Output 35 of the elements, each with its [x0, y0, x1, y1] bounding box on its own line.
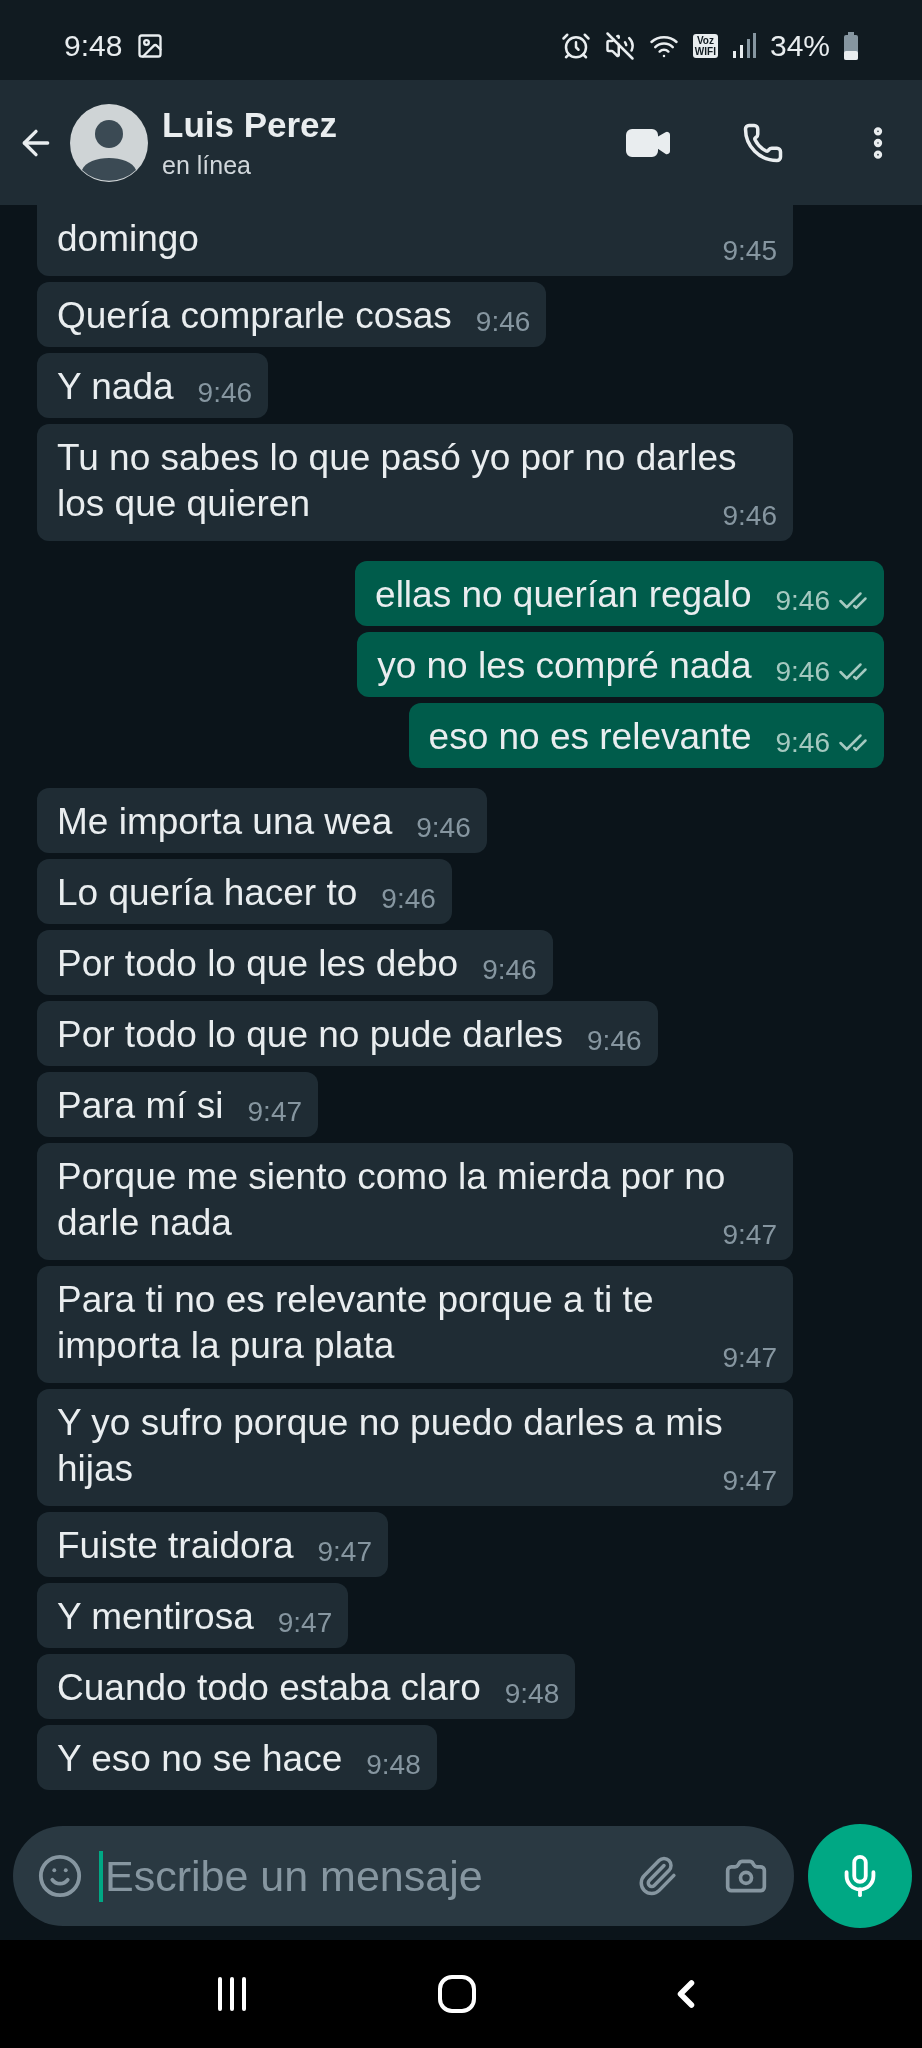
- alarm-icon: [560, 31, 591, 61]
- message-bubble[interactable]: Para mí si 9:47: [37, 1072, 319, 1137]
- home-icon[interactable]: [437, 1974, 477, 2014]
- message-bubble[interactable]: Para ti no es relevante porque a ti te importa la pura plata 9:47: [37, 1266, 793, 1383]
- message-bubble[interactable]: Quería comprarle cosas 9:46: [37, 282, 547, 347]
- message-bubble[interactable]: Porque me siento como la mierda por no darle nada 9:47: [37, 1143, 793, 1260]
- message-bubble[interactable]: ellas no querían regalo 9:46: [355, 561, 884, 626]
- clock-time: 9:48: [64, 29, 123, 63]
- message-bubble[interactable]: Y mentirosa 9:47: [37, 1583, 349, 1648]
- message-bubble[interactable]: yo no les compré nada 9:46: [357, 632, 884, 697]
- voice-call-button[interactable]: [742, 121, 784, 164]
- message-bubble[interactable]: Cuando todo estaba claro 9:48: [37, 1654, 576, 1719]
- message-bubble[interactable]: Y nada 9:46: [37, 353, 269, 418]
- avatar[interactable]: [70, 103, 148, 182]
- message-bubble[interactable]: Y eso no se hace 9:48: [37, 1725, 437, 1790]
- message-bubble[interactable]: Tu no sabes lo que pasó yo por no darles los que quieren 9:46: [37, 424, 793, 541]
- mute-icon: [604, 31, 635, 61]
- signal-icon: [731, 33, 756, 59]
- message-bubble[interactable]: Lo quería hacer to 9:46: [37, 859, 452, 924]
- message-field[interactable]: Escribe un mensaje: [13, 1826, 794, 1926]
- contact-name[interactable]: Luis Perez: [162, 105, 610, 145]
- message-bubble[interactable]: Y yo sufro porque no puedo darles a mis hijas 9:47: [37, 1389, 793, 1506]
- message-bubble[interactable]: Por todo lo que no pude darles 9:46: [37, 1001, 658, 1066]
- battery-icon: [844, 32, 858, 60]
- emoji-icon[interactable]: [37, 1853, 83, 1899]
- message-bubble[interactable]: eso no es relevante 9:46: [408, 703, 884, 768]
- online-status: en línea: [162, 151, 252, 180]
- message-bubble[interactable]: domingo 9:45: [37, 205, 793, 276]
- message-bubble[interactable]: Por todo lo que les debo 9:46: [37, 930, 553, 995]
- message-bubble[interactable]: Me importa una wea 9:46: [37, 788, 487, 853]
- battery-percent: 34%: [769, 29, 830, 63]
- message-bubble[interactable]: Fuiste traidora 9:47: [37, 1512, 388, 1577]
- message-input[interactable]: Escribe un mensaje: [99, 1850, 620, 1902]
- image-icon: [136, 32, 165, 60]
- vowifi-badge: Voz WIFI: [692, 34, 718, 58]
